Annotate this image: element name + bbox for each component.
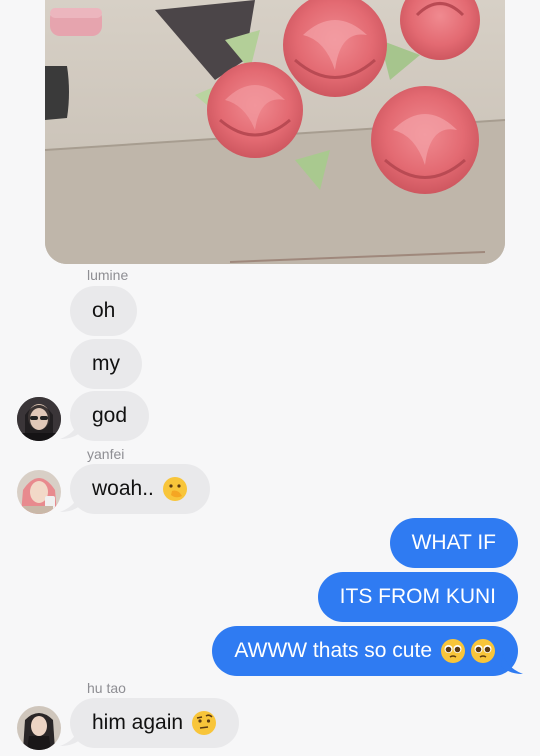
chat-thread[interactable]: lumine oh my god yanfei woah.. WHAT IF I… [0, 0, 540, 756]
paper-roses-image [45, 0, 505, 264]
pleading-face-emoji [470, 638, 496, 664]
message-bubble[interactable]: oh [70, 286, 138, 336]
avatar-lumine-image [17, 397, 61, 441]
bubble-tail [60, 492, 82, 512]
message-text: my [92, 352, 120, 375]
avatar[interactable] [17, 470, 61, 514]
message-text: him again [92, 711, 184, 734]
message-bubble[interactable]: my [70, 339, 142, 389]
message-text: woah.. [92, 477, 154, 500]
message-bubble[interactable]: WHAT IF [389, 518, 518, 568]
sender-name: lumine [87, 267, 129, 283]
shared-photo[interactable] [45, 0, 505, 264]
message-text: WHAT IF [411, 531, 496, 554]
message-text: god [92, 404, 128, 427]
message-text: ITS FROM KUNI [339, 585, 496, 608]
bubble-tail [60, 419, 82, 439]
bubble-tail [501, 654, 523, 674]
message-bubble[interactable]: woah.. [70, 464, 210, 514]
message-text: AWWW thats so cute [234, 639, 432, 662]
hand-over-mouth-emoji [162, 476, 188, 502]
avatar[interactable] [17, 706, 61, 750]
avatar[interactable] [17, 397, 61, 441]
message-text: oh [92, 299, 116, 322]
message-bubble[interactable]: ITS FROM KUNI [317, 572, 518, 622]
avatar-yanfei-image [17, 470, 61, 514]
face-with-raised-eyebrow-emoji [191, 710, 217, 736]
message-bubble[interactable]: AWWW thats so cute [212, 626, 518, 676]
sender-name: yanfei [87, 446, 125, 462]
bubble-tail [60, 726, 82, 746]
sender-name: hu tao [87, 680, 126, 696]
avatar-hutao-image [17, 706, 61, 750]
pleading-face-emoji [440, 638, 466, 664]
message-bubble[interactable]: him again [70, 698, 240, 748]
